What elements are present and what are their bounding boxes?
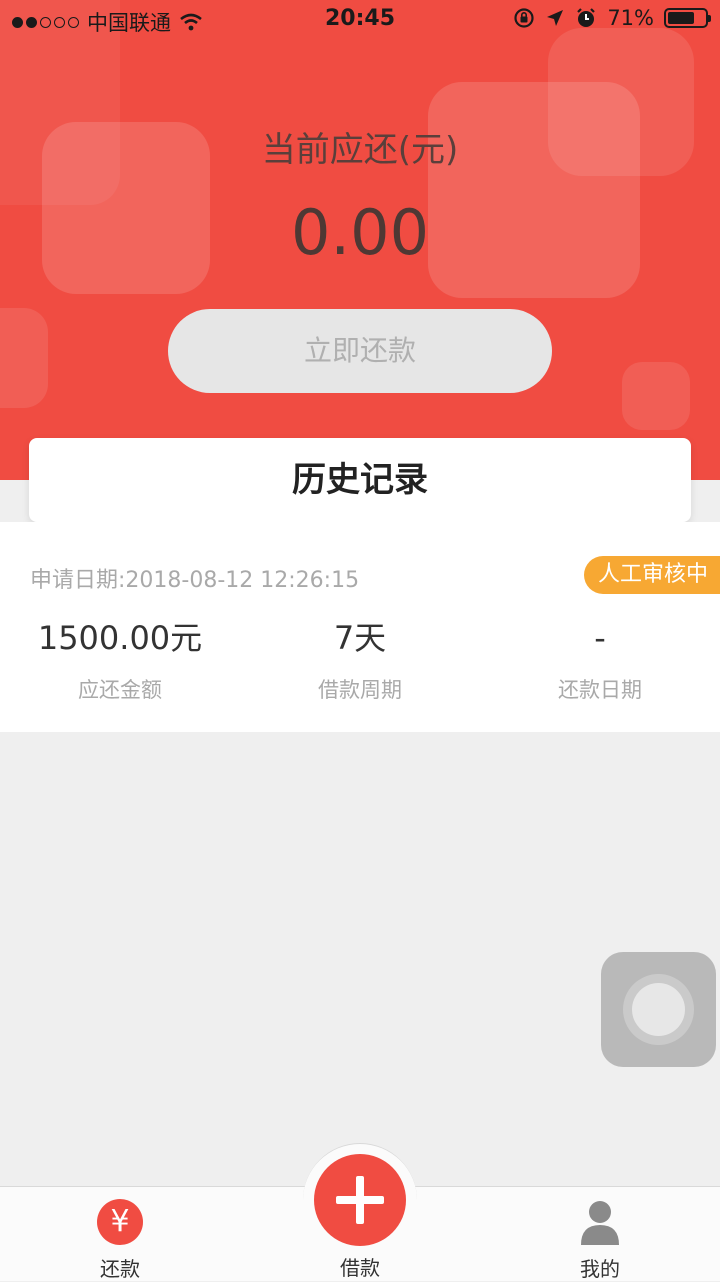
rotation-lock-icon [514,8,534,28]
apply-date: 申请日期:2018-08-12 12:26:15 [30,568,360,593]
battery-fill [668,12,694,24]
due-label: 当前应还(元) [261,130,459,170]
tab-borrow-label: 借款 [340,1256,380,1280]
status-badge: 人工审核中 [583,556,720,594]
user-icon [581,1201,619,1245]
assistive-touch-button[interactable] [601,952,716,1067]
due-amount: 0.00 [290,196,430,269]
repay-date-value: - [594,619,606,657]
status-bar: 中国联通 20:45 71% [0,0,720,40]
decor-shape [0,308,48,408]
tab-repay-label: 还款 [100,1257,140,1281]
tab-mine[interactable]: 我的 [480,1187,720,1281]
amount-due-column: 1500.00元 应还金额 [0,618,240,704]
loan-period-column: 7天 借款周期 [240,618,480,704]
tab-borrow[interactable] [314,1154,406,1246]
loan-record[interactable]: 申请日期:2018-08-12 12:26:15 人工审核中 1500.00元 … [0,522,720,732]
tab-repay[interactable]: ¥ 还款 [0,1187,240,1281]
decor-shape [622,362,690,430]
amount-due-label: 应还金额 [78,678,162,702]
loan-period-label: 借款周期 [318,678,402,702]
amount-due-value: 1500.00元 [37,619,203,657]
battery-icon [664,8,711,28]
repay-date-label: 还款日期 [558,678,642,702]
repay-date-column: - 还款日期 [480,618,720,704]
history-title-card[interactable]: 历史记录 [29,438,691,522]
location-icon [547,10,564,26]
tab-mine-label: 我的 [580,1257,620,1281]
battery-percent: 71% [607,6,654,30]
yen-icon: ¥ [97,1199,143,1245]
alarm-icon [577,8,596,27]
loan-period-value: 7天 [333,619,387,657]
pay-now-button[interactable]: 立即还款 [168,309,552,393]
header-banner: 中国联通 20:45 71% 当前应还(元) 0.00 立即还款 [0,0,720,480]
